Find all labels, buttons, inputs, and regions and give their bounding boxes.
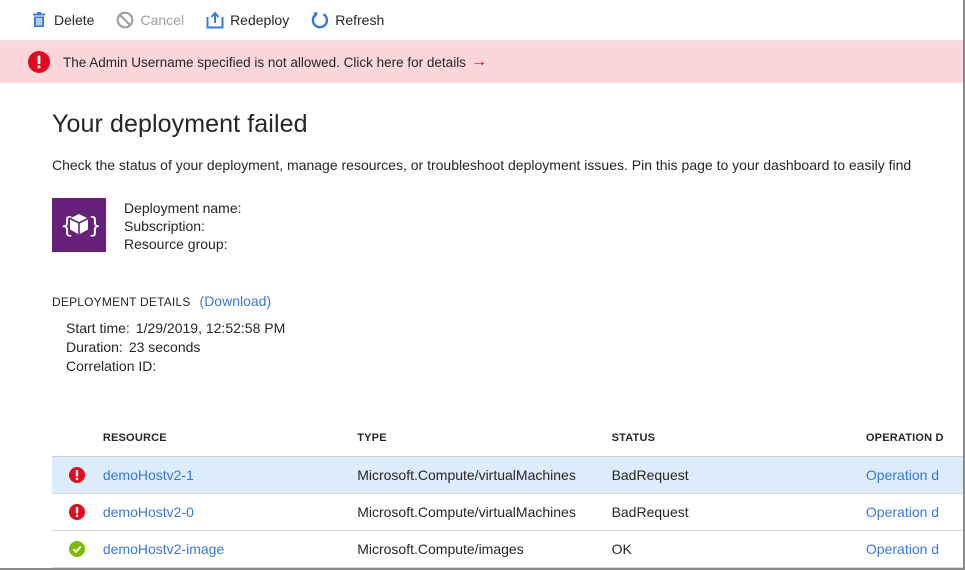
resources-table: RESOURCE TYPE STATUS OPERATION D demoHos… xyxy=(52,420,963,568)
arrow-right-icon: → xyxy=(470,53,487,70)
subscription-field: Subscription: xyxy=(124,217,242,235)
field-label: Deployment name: xyxy=(124,200,242,216)
detail-label: Start time: xyxy=(66,320,130,336)
field-label: Resource group: xyxy=(124,236,228,252)
delete-label: Delete xyxy=(54,12,95,28)
error-message: The Admin Username specified is not allo… xyxy=(63,54,466,70)
section-title: DEPLOYMENT DETAILS xyxy=(52,295,191,309)
table-header: RESOURCE TYPE STATUS OPERATION D xyxy=(52,420,963,457)
operation-details-link[interactable]: Operation d xyxy=(866,467,963,483)
detail-label: Correlation ID: xyxy=(66,358,157,374)
field-label: Subscription: xyxy=(124,218,205,234)
error-icon xyxy=(28,51,50,73)
redeploy-icon xyxy=(206,11,224,29)
column-header-operation-details[interactable]: OPERATION D xyxy=(866,432,963,444)
resource-type: Microsoft.Compute/images xyxy=(357,541,524,557)
svg-text:}: } xyxy=(88,214,99,239)
deployment-details-heading: DEPLOYMENT DETAILS (Download) xyxy=(52,293,271,309)
deployment-blade: Delete Cancel Redeploy Refresh The Admin… xyxy=(0,0,965,570)
delete-button[interactable]: Delete xyxy=(30,8,94,32)
duration-row: Duration: 23 seconds xyxy=(66,338,285,357)
resource-type: Microsoft.Compute/virtualMachines xyxy=(357,467,576,483)
correlation-id-row: Correlation ID: xyxy=(66,357,285,376)
resource-status: BadRequest xyxy=(611,467,689,483)
refresh-icon xyxy=(311,11,329,29)
resource-link[interactable]: demoHostv2-0 xyxy=(103,504,357,520)
deployment-name-field: Deployment name: xyxy=(124,199,242,217)
detail-value: 23 seconds xyxy=(128,339,201,355)
operation-details-link[interactable]: Operation d xyxy=(866,541,963,557)
trash-icon xyxy=(30,11,48,29)
detail-value: 1/29/2019, 12:52:58 PM xyxy=(135,320,286,336)
cancel-icon xyxy=(116,11,134,29)
refresh-label: Refresh xyxy=(335,12,385,28)
detail-label: Duration: xyxy=(66,339,123,355)
error-icon xyxy=(52,467,103,483)
error-icon xyxy=(52,504,103,520)
cancel-button[interactable]: Cancel xyxy=(116,8,184,32)
resource-status: OK xyxy=(611,541,632,557)
success-icon xyxy=(52,541,103,557)
table-row[interactable]: demoHostv2-image Microsoft.Compute/image… xyxy=(52,531,963,568)
table-row[interactable]: demoHostv2-0 Microsoft.Compute/virtualMa… xyxy=(52,494,963,531)
command-bar: Delete Cancel Redeploy Refresh xyxy=(0,0,963,41)
error-notification-banner[interactable]: The Admin Username specified is not allo… xyxy=(0,41,963,83)
deployment-cube-icon: { } xyxy=(52,198,106,252)
page-title: Your deployment failed xyxy=(52,110,308,138)
redeploy-label: Redeploy xyxy=(230,12,290,28)
table-row[interactable]: demoHostv2-1 Microsoft.Compute/virtualMa… xyxy=(52,457,963,494)
download-link[interactable]: (Download) xyxy=(200,293,272,309)
resource-link[interactable]: demoHostv2-image xyxy=(103,541,357,557)
resource-type: Microsoft.Compute/virtualMachines xyxy=(357,504,576,520)
resource-group-field: Resource group: xyxy=(124,235,242,253)
page-description: Check the status of your deployment, man… xyxy=(52,157,912,173)
refresh-button[interactable]: Refresh xyxy=(311,8,384,32)
cancel-label: Cancel xyxy=(140,12,185,28)
deployment-details: Start time: 1/29/2019, 12:52:58 PM Durati… xyxy=(66,319,285,376)
column-header-type[interactable]: TYPE xyxy=(357,432,611,444)
column-header-status[interactable]: STATUS xyxy=(612,432,866,444)
start-time-row: Start time: 1/29/2019, 12:52:58 PM xyxy=(66,319,285,338)
column-header-resource[interactable]: RESOURCE xyxy=(103,432,357,444)
resource-status: BadRequest xyxy=(611,504,689,520)
operation-details-link[interactable]: Operation d xyxy=(866,504,963,520)
redeploy-button[interactable]: Redeploy xyxy=(206,8,289,32)
deployment-info: Deployment name: Subscription: Resource … xyxy=(124,199,242,253)
resource-link[interactable]: demoHostv2-1 xyxy=(103,467,357,483)
